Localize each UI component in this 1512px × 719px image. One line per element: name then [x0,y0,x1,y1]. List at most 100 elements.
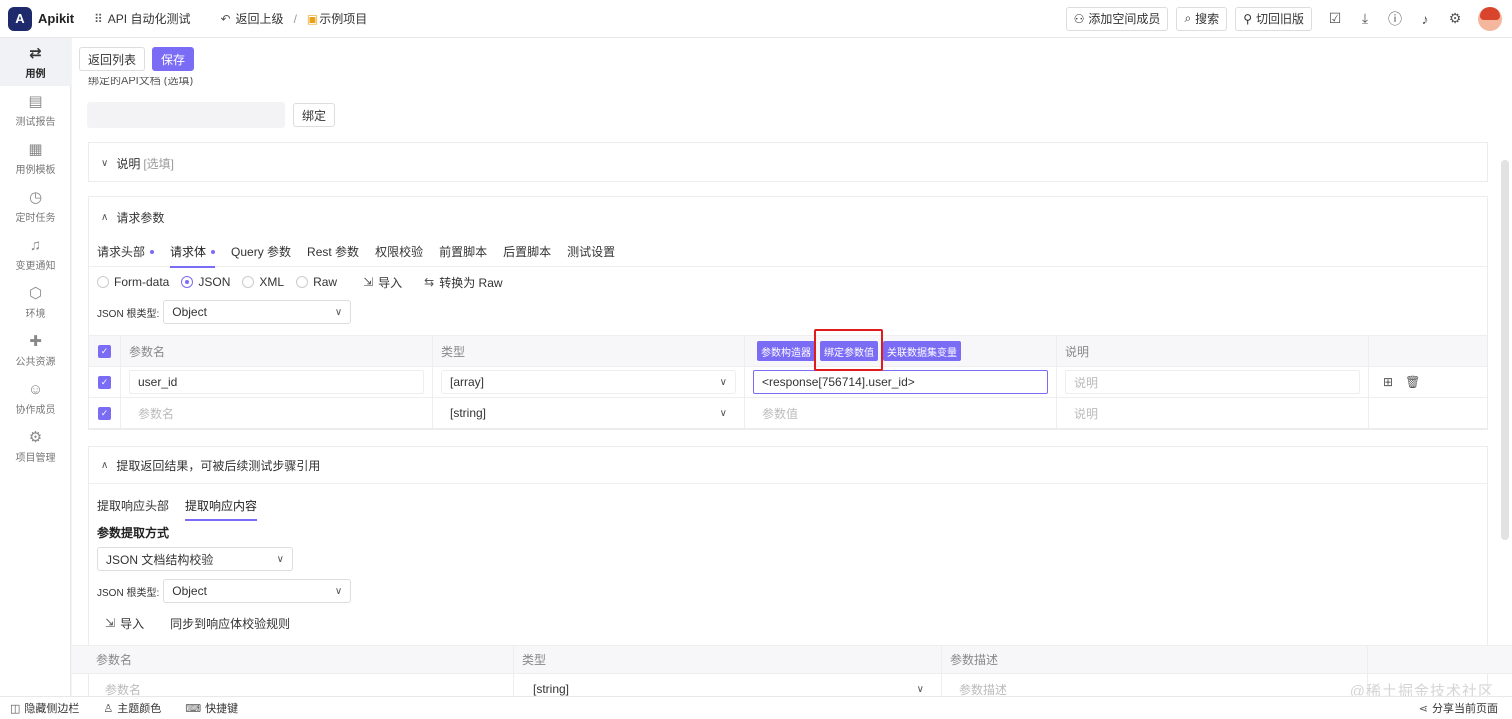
switch-old-label: 切回旧版 [1255,12,1304,26]
tab-body[interactable]: 请求体 [170,237,216,268]
tab-post-script[interactable]: 后置脚本 [503,237,551,267]
param-desc-input[interactable]: 说明 [1065,401,1360,425]
tab-headers[interactable]: 请求头部 [97,237,155,267]
sidebar-item-members[interactable]: ☺ 协作成员 [0,374,71,422]
row-checkbox[interactable]: ✓ [98,375,111,389]
param-builder-button[interactable]: 参数构造器 [757,341,815,361]
json-root-type-label: JSON 根类型: [97,308,160,320]
search-button[interactable]: ⌕ 搜索 [1176,6,1228,31]
description-header[interactable]: ∨ 说明 [选填] [89,143,1487,183]
name-cell: 参数名 [72,674,514,696]
tab-pre-script[interactable]: 前置脚本 [439,237,487,267]
download-icon[interactable]: ⤓ [1350,10,1380,27]
request-params-header[interactable]: ∧ 请求参数 [89,197,1487,237]
import-button[interactable]: ⇲ 导入 [363,274,402,291]
sidebar-item-cases[interactable]: ⇄ 用例 [0,38,71,86]
sidebar-item-notify[interactable]: ♫ 变更通知 [0,230,71,278]
add-member-button[interactable]: ⚇ 添加空间成员 [1065,6,1169,31]
tab-dot [211,249,216,254]
page-scrollbar[interactable] [1501,160,1509,540]
tab-extract-body[interactable]: 提取响应内容 [185,490,258,521]
calendar-check-icon[interactable]: ☑ [1320,10,1350,27]
radio-form-data[interactable]: Form-data [97,275,169,289]
import-icon: ⇲ [363,275,374,289]
app-logo[interactable]: A Apikit [8,6,80,31]
value-cell: <response[756714].user_id> [745,367,1057,397]
extract-header[interactable]: ∧ 提取返回结果，可被后续测试步骤引用 [89,447,1487,483]
param-name-input[interactable]: user_id [129,370,424,394]
tab-extract-headers[interactable]: 提取响应头部 [97,490,169,520]
switch-old-button[interactable]: ⚲ 切回旧版 [1235,6,1312,31]
col-desc: 说明 [1057,336,1369,366]
sidebar-item-project[interactable]: ⚙ 项目管理 [0,422,71,470]
tab-auth[interactable]: 权限校验 [375,237,423,267]
theme-color-button[interactable]: ♙ 主题颜色 [103,700,161,716]
back-to-list-button[interactable]: 返回列表 [79,47,146,71]
param-type-select[interactable]: [string] ∨ [441,401,736,425]
workspace-switcher[interactable]: ⠿ API 自动化测试 [94,10,190,27]
extract-method-label: 参数提取方式 [97,525,170,540]
sync-rules-button[interactable]: 同步到响应体校验规则 [170,615,290,632]
chevron-down-icon: ∨ [334,585,343,597]
col-actions [1369,336,1487,366]
convert-raw-button[interactable]: ⇆ 转换为 Raw [424,274,502,291]
param-desc-input[interactable]: 说明 [1065,370,1360,394]
sidebar-item-env[interactable]: ⬡ 环境 [0,278,71,326]
bound-api-input[interactable] [87,102,285,128]
col-actions [1368,646,1512,673]
add-child-icon[interactable]: ⊞ [1383,375,1393,389]
extract-title: 提取返回结果，可被后续测试步骤引用 [116,458,321,473]
sidebar-item-label: 用例模板 [15,165,56,176]
shortcuts-button[interactable]: ⌨ 快捷键 [185,700,238,716]
desc-cell: 参数描述 [942,674,1368,696]
extract-name-input[interactable]: 参数名 [96,677,505,696]
settings-icon[interactable]: ⚙ [1440,10,1470,27]
project-name: 示例项目 [319,12,368,26]
json-root-type-select[interactable]: Object ∨ [163,300,352,324]
select-value: [string] [533,682,570,696]
bell-icon: ♫ [29,236,42,254]
table-header: ✓ 参数名 类型 参数构造器 绑定参数值 关联数据集变量 说明 [89,336,1487,367]
gift-icon: ▣ [306,11,319,26]
select-all-checkbox[interactable]: ✓ [98,344,111,358]
extract-root-type-select[interactable]: Object ∨ [163,579,352,603]
radio-raw[interactable]: Raw [296,275,337,289]
tab-test-settings[interactable]: 测试设置 [567,237,615,267]
sidebar-item-timer[interactable]: ◷ 定时任务 [0,182,71,230]
tab-query[interactable]: Query 参数 [231,237,291,267]
param-value-input[interactable]: <response[756714].user_id> [753,370,1048,394]
tab-rest[interactable]: Rest 参数 [307,237,359,267]
share-page-button[interactable]: ⋖ 分享当前页面 [1419,700,1498,716]
hide-sidebar-button[interactable]: ◫ 隐藏侧边栏 [10,700,79,716]
param-type-select[interactable]: [array] ∨ [441,370,736,394]
sidebar-item-reports[interactable]: ▤ 测试报告 [0,86,71,134]
bell-icon[interactable]: ♪ [1410,11,1440,27]
avatar[interactable] [1478,6,1502,31]
extract-method-select[interactable]: JSON 文档结构校验 ∨ [97,547,293,571]
radio-json[interactable]: JSON [181,275,230,289]
chevron-down-icon: ∨ [719,407,727,419]
row-checkbox[interactable]: ✓ [98,406,111,420]
radio-xml[interactable]: XML [242,275,284,289]
json-root-type-label: JSON 根类型: [97,587,160,599]
trash-icon[interactable]: 🗑 [1405,375,1420,389]
extract-desc-input[interactable]: 参数描述 [950,677,1359,696]
param-name-input[interactable]: 参数名 [129,401,424,425]
name-cell: 参数名 [121,398,433,428]
sidebar-item-resources[interactable]: ✚ 公共资源 [0,326,71,374]
search-icon: ⌕ [1184,11,1192,25]
radio-label: XML [259,275,285,289]
save-button[interactable]: 保存 [152,47,195,71]
table-row-new: ✓ 参数名 [string] ∨ 参数值 说明 [89,398,1487,429]
bind-param-value-button[interactable]: 绑定参数值 [820,341,878,361]
sidebar-item-templates[interactable]: ▦ 用例模板 [0,134,71,182]
project-breadcrumb[interactable]: ▣ 示例项目 [307,10,367,27]
link-dataset-var-button[interactable]: 关联数据集变量 [883,341,961,361]
back-up-button[interactable]: ↶ 返回上级 [220,10,283,27]
param-value-input[interactable]: 参数值 [753,401,1048,425]
help-icon[interactable]: ⓘ [1380,9,1410,29]
extract-type-select[interactable]: [string] ∨ [522,677,933,696]
bind-api-button[interactable]: 绑定 [293,103,336,127]
sidebar-item-label: 用例 [25,69,46,80]
extract-import-button[interactable]: ⇲ 导入 [105,615,144,632]
